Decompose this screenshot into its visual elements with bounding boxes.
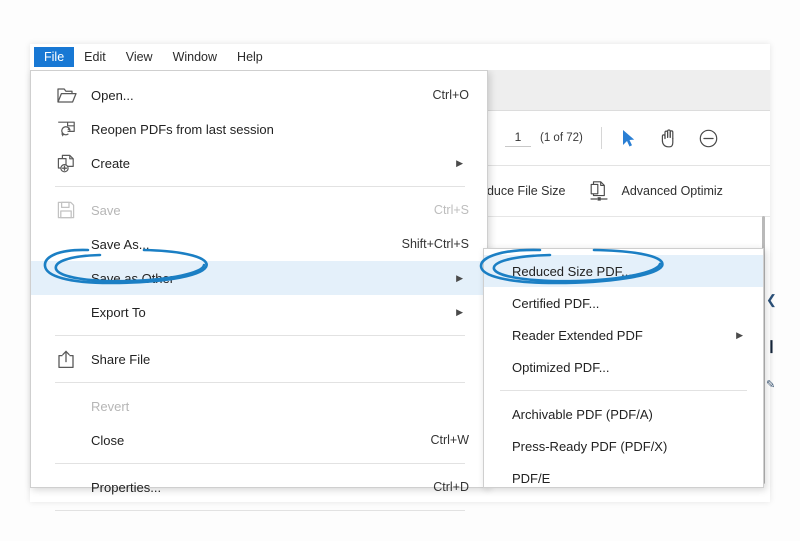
submenu-item-certified-pdf[interactable]: Certified PDF... <box>484 287 763 319</box>
menu-item-save-label: Save <box>87 203 434 218</box>
submenu-item-reader-extended-pdf-label: Reader Extended PDF <box>512 328 736 343</box>
submenu-item-press-ready-pdf[interactable]: Press-Ready PDF (PDF/X) <box>484 430 763 462</box>
menu-item-revert: Revert <box>31 389 487 423</box>
zoom-out-icon[interactable] <box>696 125 722 151</box>
menu-separator <box>55 186 465 187</box>
top-toolbar-strip <box>483 70 770 111</box>
menubar-item-file[interactable]: File <box>34 47 74 68</box>
menu-bar: File Edit View Window Help <box>30 44 770 70</box>
menu-item-close-label: Close <box>91 433 430 448</box>
menu-item-create[interactable]: Create ▶ <box>31 146 487 180</box>
menu-item-create-label: Create <box>87 156 456 171</box>
advanced-optimization-button[interactable]: Advanced Optimiz <box>622 184 723 198</box>
open-folder-icon <box>57 87 87 104</box>
menu-item-close[interactable]: Close Ctrl+W <box>31 423 487 457</box>
menu-item-properties-label: Properties... <box>91 480 433 495</box>
menu-separator <box>55 463 465 464</box>
page-navigation-toolbar: (1 of 72) <box>483 111 770 166</box>
menu-item-close-shortcut: Ctrl+W <box>430 433 469 447</box>
submenu-item-archivable-pdf[interactable]: Archivable PDF (PDF/A) <box>484 398 763 430</box>
menu-item-share-file[interactable]: Share File <box>31 342 487 376</box>
rail-pencil-icon[interactable]: ✎ <box>766 378 775 391</box>
share-file-icon <box>57 350 87 369</box>
menu-separator <box>55 382 465 383</box>
menu-item-revert-label: Revert <box>91 399 469 414</box>
menu-item-properties[interactable]: Properties... Ctrl+D <box>31 470 487 504</box>
submenu-item-pdf-e-label: PDF/E <box>512 471 763 486</box>
menu-item-save-as-other[interactable]: Save as Other ▶ <box>31 261 487 295</box>
menu-item-open[interactable]: Open... Ctrl+O <box>31 78 487 112</box>
menu-item-export-to[interactable]: Export To ▶ <box>31 295 487 329</box>
menu-item-properties-shortcut: Ctrl+D <box>433 480 469 494</box>
chevron-right-icon: ▶ <box>456 308 463 317</box>
menu-item-reopen-pdfs-label: Reopen PDFs from last session <box>87 122 469 137</box>
menu-separator <box>55 510 465 511</box>
select-arrow-icon[interactable] <box>616 125 642 151</box>
menu-separator <box>55 335 465 336</box>
submenu-item-optimized-pdf-label: Optimized PDF... <box>512 360 763 375</box>
advanced-optimization-icon[interactable] <box>586 178 612 204</box>
optimization-toolbar: Reduce File Size Advanced Optimiz <box>483 166 770 217</box>
menu-item-reopen-pdfs[interactable]: Reopen PDFs from last session <box>31 112 487 146</box>
menu-separator <box>500 390 747 391</box>
menu-item-export-to-label: Export To <box>91 305 456 320</box>
menubar-item-help[interactable]: Help <box>227 47 273 68</box>
chevron-right-icon: ▶ <box>736 331 743 340</box>
menu-item-open-label: Open... <box>87 88 433 103</box>
menu-item-save-as-shortcut: Shift+Ctrl+S <box>402 237 469 251</box>
menu-item-save: Save Ctrl+S <box>31 193 487 227</box>
rail-chevron-icon[interactable]: ❮ <box>766 292 777 308</box>
save-as-other-submenu: Reduced Size PDF... Certified PDF... Rea… <box>483 248 764 488</box>
page-count-label: (1 of 72) <box>540 132 583 144</box>
menu-item-save-as-label: Save As... <box>91 237 402 252</box>
menubar-item-edit[interactable]: Edit <box>74 47 116 68</box>
submenu-item-archivable-pdf-label: Archivable PDF (PDF/A) <box>512 407 763 422</box>
submenu-item-optimized-pdf[interactable]: Optimized PDF... <box>484 351 763 383</box>
menubar-item-window[interactable]: Window <box>163 47 227 68</box>
chevron-right-icon: ▶ <box>456 274 463 283</box>
submenu-item-press-ready-pdf-label: Press-Ready PDF (PDF/X) <box>512 439 763 454</box>
submenu-item-reader-extended-pdf[interactable]: Reader Extended PDF ▶ <box>484 319 763 351</box>
page-number-input[interactable] <box>505 129 531 147</box>
menu-item-share-file-label: Share File <box>87 352 469 367</box>
submenu-item-reduced-size-pdf-label: Reduced Size PDF... <box>512 264 763 279</box>
menu-item-open-shortcut: Ctrl+O <box>433 88 469 102</box>
submenu-item-reduced-size-pdf[interactable]: Reduced Size PDF... <box>484 255 763 287</box>
submenu-item-pdf-e[interactable]: PDF/E <box>484 462 763 494</box>
menu-item-save-as[interactable]: Save As... Shift+Ctrl+S <box>31 227 487 261</box>
rail-bookmark-icon[interactable]: ❙ <box>766 338 777 354</box>
toolbar-divider <box>601 127 602 149</box>
submenu-item-certified-pdf-label: Certified PDF... <box>512 296 763 311</box>
save-floppy-icon <box>57 201 87 219</box>
menubar-item-view[interactable]: View <box>116 47 163 68</box>
reopen-pdfs-icon <box>57 120 87 138</box>
menu-item-save-as-other-label: Save as Other <box>91 271 456 286</box>
menu-item-save-shortcut: Ctrl+S <box>434 203 469 217</box>
file-dropdown-menu: Open... Ctrl+O Reopen PDFs from last ses… <box>30 70 488 488</box>
reduce-file-size-button[interactable]: Reduce File Size <box>483 184 566 198</box>
chevron-right-icon: ▶ <box>456 159 463 168</box>
create-pdf-icon <box>57 154 87 173</box>
hand-tool-icon[interactable] <box>656 125 682 151</box>
